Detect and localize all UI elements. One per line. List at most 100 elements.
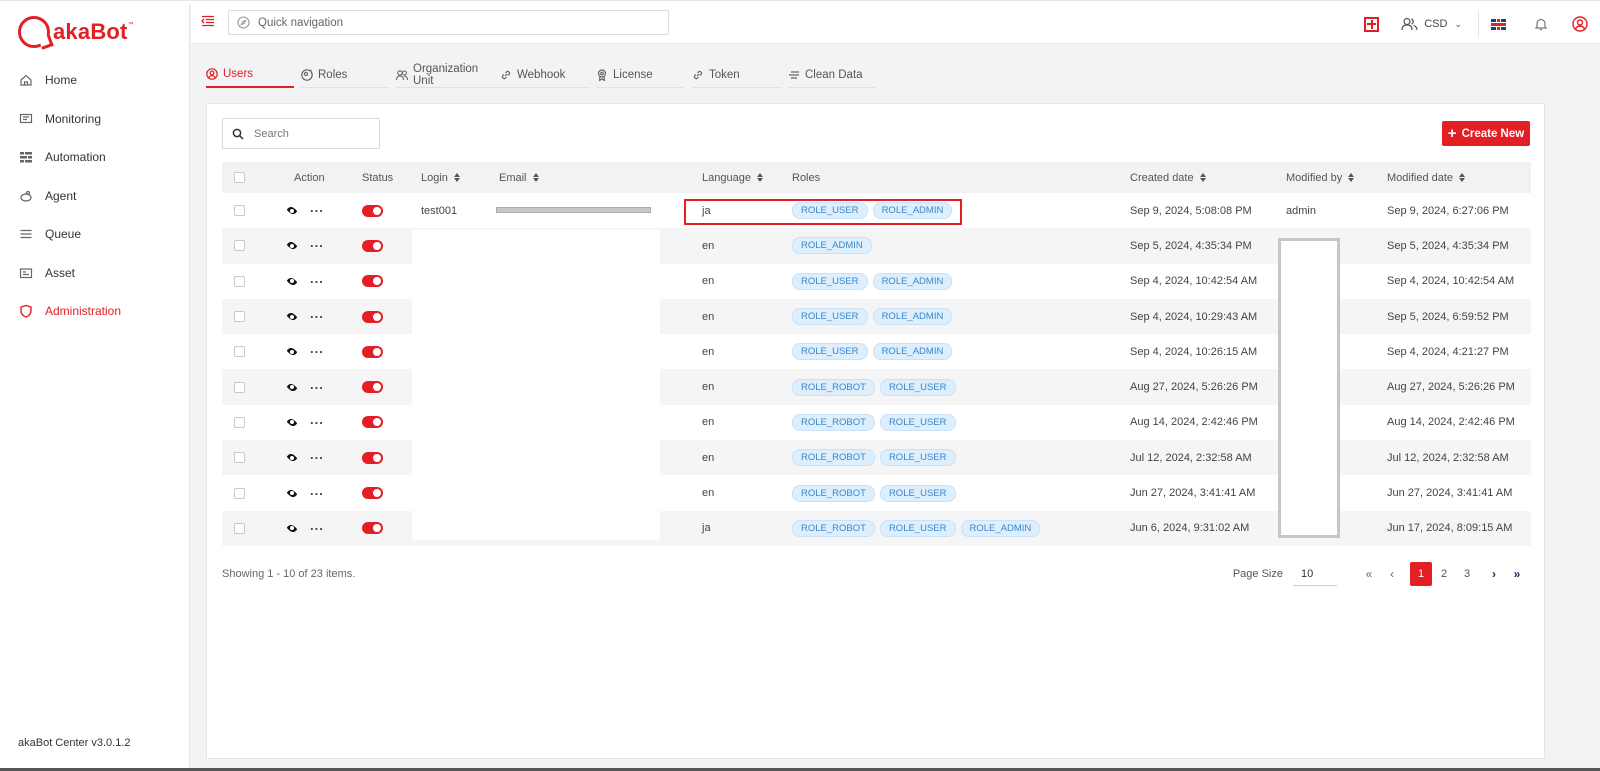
- tab-clean-data[interactable]: Clean Data: [788, 62, 876, 88]
- more-actions-icon[interactable]: ...: [310, 299, 324, 334]
- uk-flag-icon[interactable]: [1491, 18, 1506, 30]
- view-icon[interactable]: [286, 264, 298, 299]
- sidebar-item-label: Automation: [45, 150, 106, 165]
- sidebar-item-home[interactable]: Home: [0, 61, 190, 100]
- next-page-icon[interactable]: ›: [1484, 563, 1504, 585]
- view-icon[interactable]: [286, 369, 298, 404]
- sidebar-item-automation[interactable]: Automation: [0, 138, 190, 177]
- view-icon[interactable]: [286, 228, 298, 263]
- row-checkbox[interactable]: [234, 475, 245, 510]
- cell-login: test001: [421, 204, 458, 217]
- cell-language: en: [702, 275, 715, 288]
- bell-icon[interactable]: [1534, 17, 1548, 31]
- header-email[interactable]: Email: [499, 162, 539, 193]
- status-toggle[interactable]: [362, 264, 383, 299]
- view-icon[interactable]: [286, 475, 298, 510]
- select-all-checkbox[interactable]: [234, 162, 245, 193]
- tab-token[interactable]: Token: [692, 62, 782, 88]
- page-1-button[interactable]: 1: [1410, 562, 1432, 586]
- admin-tabs: Users Roles Organization Unit Webhook Li…: [206, 62, 876, 90]
- tab-license[interactable]: License: [596, 62, 684, 88]
- tab-label: Clean Data: [805, 68, 863, 81]
- cell-roles: ROLE_ROBOT ROLE_USER: [792, 440, 961, 475]
- more-actions-icon[interactable]: ...: [310, 264, 324, 299]
- first-page-icon[interactable]: «: [1359, 563, 1379, 585]
- row-checkbox[interactable]: [234, 299, 245, 334]
- view-icon[interactable]: [286, 405, 298, 440]
- page-3-button[interactable]: 3: [1456, 562, 1478, 586]
- header-modified-by[interactable]: Modified by: [1286, 162, 1355, 193]
- row-checkbox[interactable]: [234, 440, 245, 475]
- search-field[interactable]: [222, 118, 380, 149]
- user-circle-icon: [206, 68, 218, 80]
- status-toggle[interactable]: [362, 511, 383, 546]
- sidebar-item-queue[interactable]: Queue: [0, 215, 190, 254]
- prev-page-icon[interactable]: ‹: [1382, 563, 1402, 585]
- row-checkbox[interactable]: [234, 228, 245, 263]
- table-body: ... test001 ja ROLE_USER ROLE_ADMIN Sep 9, 20…: [222, 193, 1531, 546]
- view-icon[interactable]: [286, 299, 298, 334]
- row-checkbox[interactable]: [234, 405, 245, 440]
- more-actions-icon[interactable]: ...: [310, 369, 324, 404]
- cell-roles: ROLE_ROBOT ROLE_USER: [792, 475, 961, 510]
- more-actions-icon[interactable]: ...: [310, 511, 324, 546]
- header-language[interactable]: Language: [702, 162, 763, 193]
- add-icon[interactable]: [1364, 16, 1380, 32]
- menu-toggle-icon[interactable]: [201, 15, 215, 27]
- page-size-input[interactable]: 10: [1293, 562, 1337, 586]
- status-toggle[interactable]: [362, 440, 383, 475]
- user-profile-icon[interactable]: [1572, 16, 1588, 32]
- sidebar-item-asset[interactable]: Asset: [0, 254, 190, 293]
- more-actions-icon[interactable]: ...: [310, 193, 324, 228]
- tab-users[interactable]: Users: [206, 62, 294, 88]
- header-login[interactable]: Login: [421, 162, 460, 193]
- last-page-icon[interactable]: »: [1507, 563, 1527, 585]
- status-toggle[interactable]: [362, 475, 383, 510]
- sidebar-item-agent[interactable]: Agent: [0, 177, 190, 216]
- role-badge: ROLE_ADMIN: [872, 272, 953, 290]
- status-toggle[interactable]: [362, 299, 383, 334]
- cell-created-date: Aug 27, 2024, 5:26:26 PM: [1130, 381, 1258, 394]
- view-icon[interactable]: [286, 334, 298, 369]
- tab-webhook[interactable]: Webhook: [500, 62, 590, 88]
- users-icon: [1401, 17, 1418, 31]
- status-toggle[interactable]: [362, 193, 383, 228]
- role-badge: ROLE_ROBOT: [792, 378, 875, 396]
- row-checkbox[interactable]: [234, 511, 245, 546]
- more-actions-icon[interactable]: ...: [310, 334, 324, 369]
- row-checkbox[interactable]: [234, 193, 245, 228]
- clean-data-icon: [788, 69, 800, 81]
- more-actions-icon[interactable]: ...: [310, 475, 324, 510]
- akabot-logo[interactable]: akaBot ™: [18, 16, 134, 48]
- header-modified-date[interactable]: Modified date: [1387, 162, 1466, 193]
- cell-language: en: [702, 310, 715, 323]
- role-badge: ROLE_ADMIN: [792, 237, 872, 255]
- search-input[interactable]: [254, 127, 374, 140]
- status-toggle[interactable]: [362, 369, 383, 404]
- tab-organization-unit[interactable]: Organization Unit: [395, 62, 500, 88]
- tenant-selector[interactable]: CSD ⌄: [1401, 11, 1479, 37]
- status-toggle[interactable]: [362, 334, 383, 369]
- more-actions-icon[interactable]: ...: [310, 405, 324, 440]
- tab-roles[interactable]: Roles: [301, 62, 389, 88]
- sidebar-item-monitoring[interactable]: Monitoring: [0, 100, 190, 139]
- sidebar-item-label: Monitoring: [45, 111, 102, 126]
- more-actions-icon[interactable]: ...: [310, 228, 324, 263]
- header-created-date[interactable]: Created date: [1130, 162, 1206, 193]
- view-icon[interactable]: [286, 193, 298, 228]
- role-badge: ROLE_USER: [879, 449, 956, 467]
- row-checkbox[interactable]: [234, 369, 245, 404]
- page-2-button[interactable]: 2: [1433, 562, 1455, 586]
- row-checkbox[interactable]: [234, 334, 245, 369]
- more-actions-icon[interactable]: ...: [310, 440, 324, 475]
- sidebar-item-administration[interactable]: Administration: [0, 292, 190, 331]
- quick-navigation-input[interactable]: Quick navigation: [228, 10, 669, 35]
- cell-modified-date: Jul 12, 2024, 2:32:58 AM: [1387, 451, 1509, 464]
- cell-roles: ROLE_ROBOT ROLE_USER ROLE_ADMIN: [792, 511, 1045, 546]
- view-icon[interactable]: [286, 511, 298, 546]
- view-icon[interactable]: [286, 440, 298, 475]
- row-checkbox[interactable]: [234, 264, 245, 299]
- status-toggle[interactable]: [362, 405, 383, 440]
- status-toggle[interactable]: [362, 228, 383, 263]
- create-new-button[interactable]: + Create New: [1442, 121, 1530, 146]
